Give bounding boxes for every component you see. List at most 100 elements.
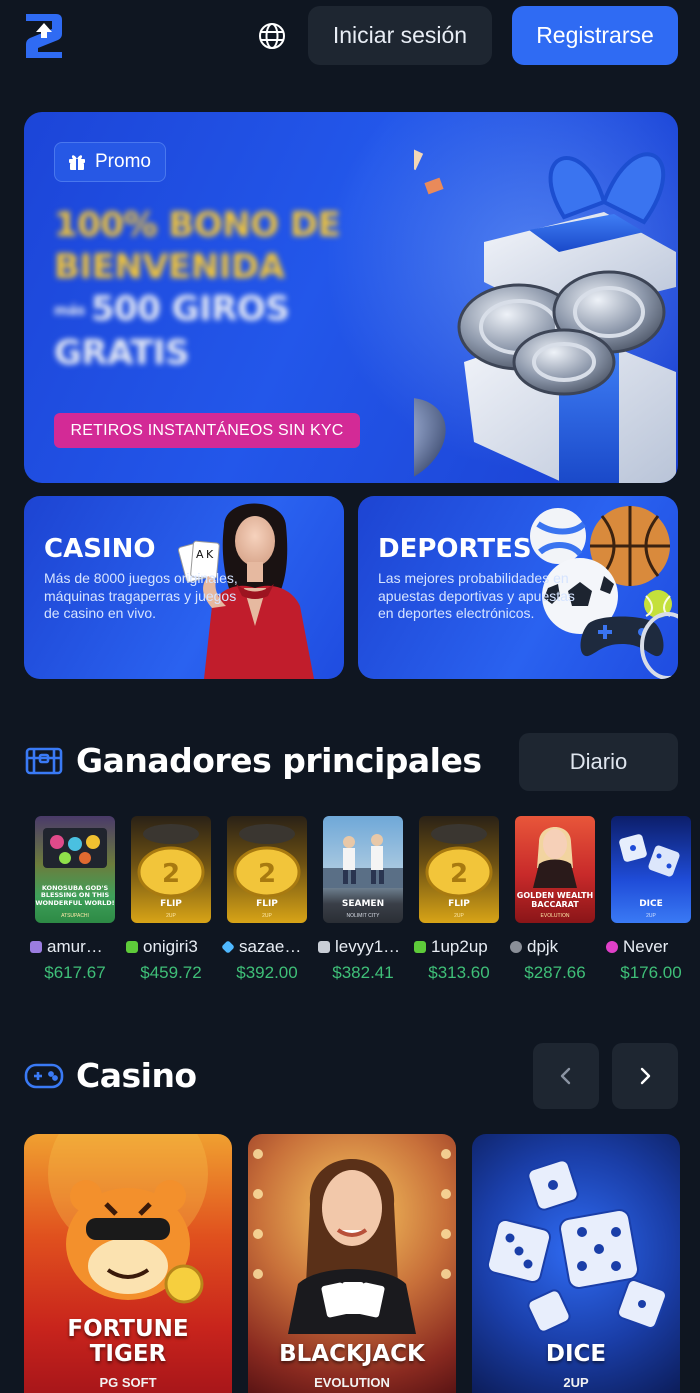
winner-username: dpjk: [527, 937, 559, 956]
winner-amount: $287.66: [524, 963, 586, 982]
game-card-blackjack[interactable]: BLACKJACK EVOLUTION: [248, 1134, 456, 1393]
welcome-bonus-banner[interactable]: Promo 100% BONO DE BIENVENIDA más 500 GIR…: [24, 112, 678, 483]
winner-user: Never: [606, 937, 696, 957]
user-rank-icon: [222, 940, 235, 954]
winner-card[interactable]: KONOSUBA GOD'S BLESSING ON THIS WONDERFU…: [30, 816, 120, 983]
sports-card-title: DEPORTES: [378, 534, 532, 564]
game-provider: PG SOFT: [99, 1375, 157, 1390]
sports-category-card[interactable]: DEPORTES Las mejores probabilidades en a…: [358, 496, 678, 679]
winner-amount: $392.00: [236, 963, 298, 982]
winner-amount: $176.00: [620, 963, 682, 982]
winner-user: amur…: [30, 937, 120, 957]
svg-text:2: 2: [450, 859, 468, 889]
dice-art: [619, 834, 680, 877]
winner-game-name: GOLDEN WEALTH BACCARAT: [516, 891, 594, 909]
headline-line-2: BIENVENIDA: [54, 247, 285, 287]
winner-user: onigiri3: [126, 937, 216, 957]
casino-section-title: Casino: [76, 1056, 197, 1095]
winner-card[interactable]: GOLDEN WEALTH BACCARAT EVOLUTION dpjk $2…: [510, 816, 600, 983]
gamepad-icon: [24, 1063, 64, 1089]
dice-art: [486, 1159, 667, 1333]
slot-art: [43, 828, 107, 868]
headline-line-3: más 500 GIROS: [54, 288, 414, 332]
winner-amount: $617.67: [44, 963, 106, 982]
winner-game-name: FLIP: [448, 899, 470, 909]
register-button[interactable]: Registrarse: [512, 6, 678, 65]
winner-game-provider: 2UP: [454, 913, 464, 919]
landing-page: Iniciar sesión Registrarse Promo 100% BO…: [0, 0, 700, 1393]
treasure-chest-icon: [25, 747, 63, 775]
casino-next-button[interactable]: [612, 1043, 678, 1109]
login-button[interactable]: Iniciar sesión: [308, 6, 492, 65]
winner-card[interactable]: SEAMEN NOLIMIT CITY levyy1… $382.41: [318, 816, 408, 983]
period-filter-button[interactable]: Diario: [519, 733, 678, 791]
winner-game-provider: EVOLUTION: [540, 913, 570, 919]
tiger-art: [48, 1134, 208, 1304]
winner-game-thumbnail: SEAMEN NOLIMIT CITY: [323, 816, 403, 923]
casino-category-card[interactable]: A K CASINO Más de 8000 juegos originales…: [24, 496, 344, 679]
casino-prev-button[interactable]: [533, 1043, 599, 1109]
coin-flip-art: 2: [233, 824, 301, 898]
winner-game-thumbnail: DICE 2UP: [611, 816, 691, 923]
casino-card-description: Más de 8000 juegos originales, máquinas …: [44, 570, 238, 621]
winner-card[interactable]: DICE 2UP Never $176.00: [606, 816, 696, 983]
game-card-fortune-tiger[interactable]: FORTUNE TIGER PG SOFT: [24, 1134, 232, 1393]
svg-text:A: A: [196, 548, 204, 561]
winner-user: dpjk: [510, 937, 600, 957]
game-title: DICE: [472, 1342, 680, 1367]
blackjack-dealer-art: [253, 1149, 451, 1334]
game-title: FORTUNE TIGER: [24, 1317, 232, 1367]
brand-logo-icon[interactable]: [24, 12, 64, 60]
winner-game-thumbnail: 2 FLIP 2UP: [419, 816, 499, 923]
winner-username: 1up2up: [431, 937, 488, 956]
game-title-line-2: BLACKJACK: [279, 1341, 425, 1367]
winner-card[interactable]: 2 FLIP 2UP onigiri3 $459.72: [126, 816, 216, 983]
game-provider: EVOLUTION: [314, 1375, 390, 1390]
svg-text:K: K: [206, 548, 214, 561]
svg-text:2: 2: [258, 859, 276, 889]
winner-game-name: SEAMEN: [341, 899, 385, 909]
winner-game-thumbnail: 2 FLIP 2UP: [131, 816, 211, 923]
globe-icon[interactable]: [256, 20, 288, 52]
winner-game-provider: ATSUPACHI: [61, 913, 89, 919]
dealer-art: [533, 827, 577, 888]
game-title-line-2: DICE: [545, 1341, 607, 1367]
winner-card[interactable]: 2 FLIP 2UP sazae… $392.00: [222, 816, 312, 983]
coin-flip-art: 2: [137, 824, 205, 898]
game-card-dice[interactable]: DICE 2UP: [472, 1134, 680, 1393]
svg-text:2: 2: [162, 859, 180, 889]
user-rank-icon: [414, 941, 426, 953]
promo-label: Promo: [95, 151, 151, 172]
chevron-right-icon: [640, 1067, 651, 1085]
winner-amount: $382.41: [332, 963, 394, 982]
headline-small-word: más: [54, 302, 85, 319]
instant-withdrawal-badge[interactable]: RETIROS INSTANTÁNEOS SIN KYC: [54, 413, 360, 448]
sports-card-description: Las mejores probabilidades en apuestas d…: [378, 570, 575, 621]
headline-line-4: GRATIS: [54, 332, 190, 373]
user-rank-icon: [126, 941, 138, 953]
game-provider: 2UP: [563, 1375, 589, 1390]
user-rank-icon: [606, 941, 618, 953]
winner-game-name: FLIP: [160, 899, 182, 909]
winner-amount: $459.72: [140, 963, 202, 982]
winner-game-provider: 2UP: [262, 913, 272, 919]
promo-badge: Promo: [54, 142, 166, 182]
gift-icon: [69, 155, 85, 170]
game-title-line-2: TIGER: [89, 1341, 167, 1367]
user-rank-icon: [318, 941, 330, 953]
winner-amount: $313.60: [428, 963, 490, 982]
winner-username: Never: [623, 937, 669, 956]
winner-game-name: DICE: [639, 899, 663, 909]
gift-box-illustration: [414, 147, 676, 483]
winner-username: levyy1…: [335, 937, 401, 956]
user-rank-icon: [510, 941, 522, 953]
winner-user: levyy1…: [318, 937, 408, 957]
seamen-art: [323, 834, 403, 888]
bonus-headline: 100% BONO DE BIENVENIDA más 500 GIROS GRA…: [54, 204, 414, 374]
winner-username: amur…: [47, 937, 103, 956]
winner-user: 1up2up: [414, 937, 504, 957]
winner-card[interactable]: 2 FLIP 2UP 1up2up $313.60: [414, 816, 504, 983]
top-header: Iniciar sesión Registrarse: [0, 0, 700, 72]
winner-game-provider: 2UP: [646, 913, 656, 919]
winner-game-thumbnail: 2 FLIP 2UP: [227, 816, 307, 923]
